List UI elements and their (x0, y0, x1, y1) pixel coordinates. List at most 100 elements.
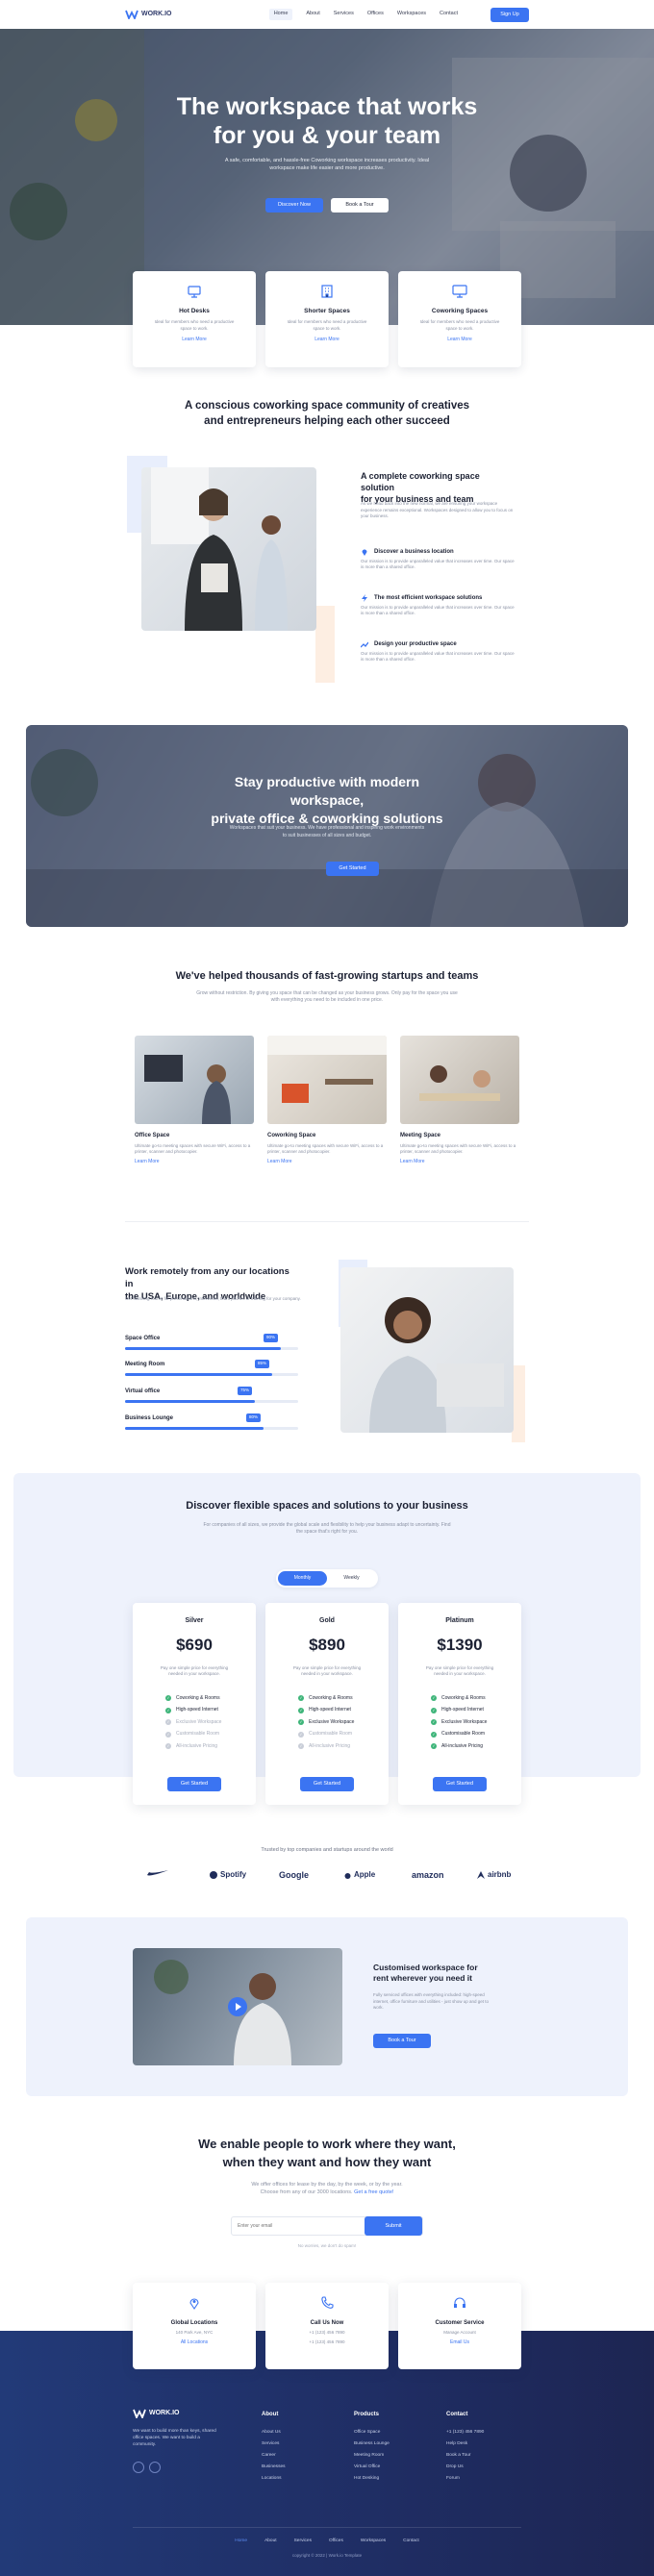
all-locations-link[interactable]: All Locations (133, 2339, 256, 2346)
facebook-icon[interactable] (133, 2462, 144, 2473)
apple-logo-text: Apple (354, 1870, 376, 1879)
contact-card-locations: Global Locations 140 Park Ave, NYC All L… (133, 2283, 256, 2369)
divider (125, 1221, 529, 1222)
space-card-learn-more-link[interactable]: Learn More (267, 1159, 387, 1165)
video-book-tour-button[interactable]: Book a Tour (373, 2034, 431, 2048)
feature-text: Ideal for members who need a productive … (154, 319, 235, 331)
contact-card-call: Call Us Now +1 (123) 456 7890 +1 (123) 4… (265, 2283, 389, 2369)
nav-workspaces[interactable]: Workspaces (397, 11, 426, 18)
play-button[interactable] (228, 1997, 247, 2016)
nav-offices[interactable]: Offices (367, 11, 384, 18)
footer-nav-offices[interactable]: Offices (329, 2538, 343, 2545)
footer-link[interactable]: Help Desk (446, 2438, 484, 2450)
footer-logo[interactable]: WORK.IO (133, 2409, 180, 2419)
footer-link[interactable]: About Us (262, 2427, 286, 2438)
footer-link[interactable]: Business Lounge (354, 2438, 390, 2450)
check-icon: ✓ (298, 1719, 304, 1726)
footer-link[interactable]: Virtual Office (354, 2462, 390, 2473)
hero-text: A safe, comfortable, and hassle-free Cow… (224, 158, 430, 171)
footer-nav-contact[interactable]: Contact (403, 2538, 419, 2545)
billing-toggle: Monthly Weekly (276, 1569, 378, 1588)
banner-get-started-button[interactable]: Get Started (326, 862, 379, 876)
check-icon: ✓ (431, 1719, 437, 1726)
contact-title: Global Locations (170, 2319, 218, 2326)
plan-get-started-button[interactable]: Get Started (433, 1777, 487, 1791)
plan-feature-item: ✓ All-inclusive Pricing (431, 1740, 521, 1753)
helped-text: Grow without restriction. By giving you … (196, 990, 458, 1003)
logo-text: WORK.IO (141, 10, 172, 17)
check-icon: ✓ (431, 1707, 437, 1713)
logo-mark-icon (125, 10, 138, 19)
footer-link[interactable]: Office Space (354, 2427, 390, 2438)
nav-about[interactable]: About (306, 11, 319, 18)
nav-contact[interactable]: Contact (440, 11, 458, 18)
space-card-coworking: Coworking Space Ultimate go-to meeting s… (267, 1036, 387, 1165)
footer-link[interactable]: Drop Us (446, 2462, 484, 2473)
plan-feature-item: ✓ All-inclusive Pricing (298, 1740, 389, 1753)
plan-feature-item: ✓ Exclusive Workspace (165, 1716, 256, 1729)
logo[interactable]: WORK.IO (125, 10, 172, 19)
footer-nav-about[interactable]: About (264, 2538, 277, 2545)
book-tour-button[interactable]: Book a Tour (331, 198, 389, 213)
amazon-logo: amazon (412, 1869, 444, 1882)
footer-link[interactable]: Locations (262, 2473, 286, 2485)
contact-line: Manage Account (443, 2330, 476, 2336)
progress-label: Meeting Room (125, 1362, 165, 1367)
plan-card-silver: Silver $690 Pay one simple price for eve… (133, 1603, 256, 1805)
footer-nav-workspaces[interactable]: Workspaces (361, 2538, 386, 2545)
nav-home[interactable]: Home (268, 9, 293, 20)
email-input[interactable] (232, 2217, 366, 2235)
plan-feature-label: Customisable Room (309, 1731, 353, 1738)
trend-icon (361, 641, 368, 648)
feature-learn-more-link[interactable]: Learn More (265, 337, 389, 343)
free-quote-link[interactable]: Get a free quote! (354, 2189, 393, 2195)
footer-link[interactable]: Businesses (262, 2462, 286, 2473)
plan-feature-label: Exclusive Workspace (441, 1718, 488, 1725)
copyright: copyright © 2022 | Work.io Template (291, 2553, 363, 2558)
footer-link[interactable]: Services (262, 2438, 286, 2450)
feature-card-hot-desks: Hot Desks Ideal for members who need a p… (133, 271, 256, 367)
submit-button[interactable]: Submit (365, 2216, 422, 2236)
plan-feature-item: ✓ Coworking & Rooms (298, 1692, 389, 1705)
feature-learn-more-link[interactable]: Learn More (133, 337, 256, 343)
footer-link[interactable]: Forum (446, 2473, 484, 2485)
check-icon: ✓ (165, 1707, 171, 1713)
office-space-image (135, 1036, 254, 1124)
check-disabled-icon: ✓ (298, 1743, 304, 1750)
footer-nav-services[interactable]: Services (294, 2538, 312, 2545)
progress-percent: 80% (246, 1413, 262, 1422)
footer-link[interactable]: Meeting Room (354, 2450, 390, 2462)
check-disabled-icon: ✓ (165, 1719, 171, 1726)
check-icon: ✓ (165, 1695, 171, 1702)
banner-title-line1: Stay productive with modern workspace, (234, 774, 420, 808)
feature-card-shorter-spaces: Shorter Spaces Ideal for members who nee… (265, 271, 389, 367)
toggle-monthly[interactable]: Monthly (278, 1571, 327, 1586)
plan-get-started-button[interactable]: Get Started (167, 1777, 221, 1791)
twitter-icon[interactable] (149, 2462, 161, 2473)
cta-title-line1: We enable people to work where they want… (198, 2137, 456, 2151)
plan-feature-label: Coworking & Rooms (176, 1694, 220, 1701)
monitor-icon (452, 285, 467, 298)
progress-fill (125, 1427, 264, 1430)
top-nav: WORK.IO Home About Services Offices Work… (0, 0, 654, 29)
signup-button[interactable]: Sign Up (490, 7, 529, 22)
discover-now-button[interactable]: Discover Now (265, 198, 323, 213)
progress-business-lounge: Business Lounge 80% (125, 1413, 298, 1430)
space-card-learn-more-link[interactable]: Learn More (135, 1159, 254, 1165)
plan-feature-label: High-speed Internet (441, 1707, 484, 1713)
space-card-learn-more-link[interactable]: Learn More (400, 1159, 519, 1165)
feature-learn-more-link[interactable]: Learn More (398, 337, 521, 343)
footer-nav-home[interactable]: Home (235, 2538, 247, 2545)
footer-link[interactable]: Hot Desking (354, 2473, 390, 2485)
footer-link[interactable]: +1 (123) 456 7890 (446, 2427, 484, 2438)
decor-shape (315, 606, 335, 683)
apple-logo: Apple (344, 1869, 375, 1881)
plan-get-started-button[interactable]: Get Started (300, 1777, 354, 1791)
email-us-link[interactable]: Email Us (398, 2339, 521, 2346)
footer-link[interactable]: Book a Tour (446, 2450, 484, 2462)
toggle-weekly[interactable]: Weekly (327, 1571, 376, 1586)
nav-services[interactable]: Services (334, 11, 354, 18)
remote-image (340, 1267, 514, 1433)
footer-link[interactable]: Career (262, 2450, 286, 2462)
video-thumbnail[interactable] (133, 1948, 342, 2065)
